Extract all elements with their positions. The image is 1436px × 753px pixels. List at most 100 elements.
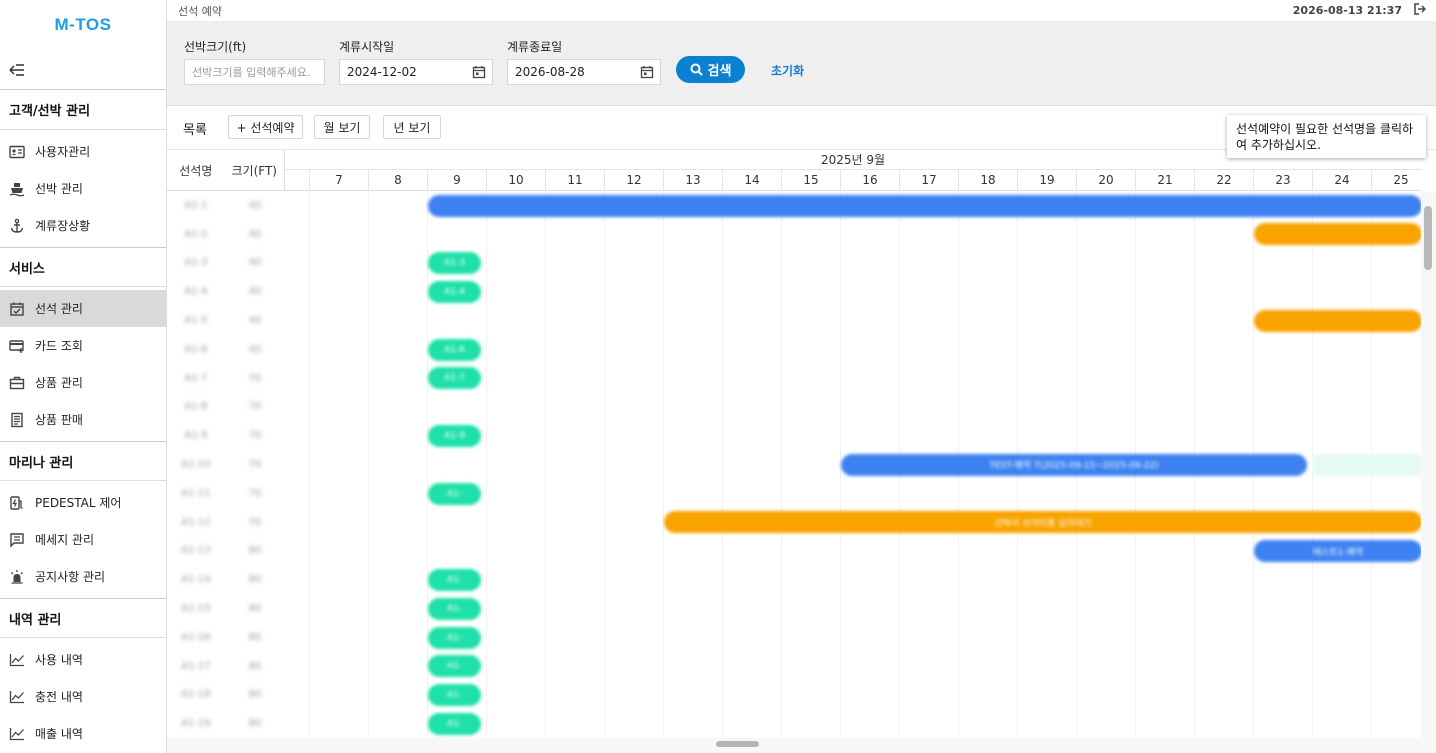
- berth-name[interactable]: A1-11: [167, 488, 225, 499]
- calendar-icon[interactable]: [640, 65, 654, 79]
- reservation-bar[interactable]: A1-3: [428, 252, 482, 275]
- ship-size-field[interactable]: [184, 59, 325, 85]
- horizontal-scrollbar[interactable]: [167, 738, 1436, 753]
- sidebar-item-label: 상품 판매: [35, 413, 83, 427]
- sidebar-item[interactable]: 선박 관리: [0, 170, 166, 207]
- berth-name[interactable]: A1-9: [167, 430, 225, 441]
- berth-row[interactable]: A1-6 40: [167, 335, 285, 364]
- sidebar-item-label: 선박 관리: [35, 182, 83, 196]
- horizontal-scroll-thumb[interactable]: [716, 741, 759, 747]
- sidebar-item[interactable]: 충전 내역: [0, 678, 166, 715]
- reservation-bar[interactable]: TEST-예약 7(2025-09-15~2025-09-22): [841, 453, 1308, 476]
- sidebar-item[interactable]: 카드 조회: [0, 327, 166, 364]
- berth-row[interactable]: A1-9 70: [167, 421, 285, 450]
- berth-row[interactable]: A1-13 80: [167, 537, 285, 566]
- berth-name[interactable]: A1-8: [167, 401, 225, 412]
- berth-name[interactable]: A1-15: [167, 603, 225, 614]
- sidebar-section-title: 서비스: [0, 247, 166, 287]
- berth-row[interactable]: A1-10 70: [167, 450, 285, 479]
- logout-icon[interactable]: [1414, 3, 1427, 18]
- berth-row[interactable]: A1-8 70: [167, 393, 285, 422]
- berth-name[interactable]: A1-5: [167, 315, 225, 326]
- reservation-bar[interactable]: 테스트1-예약: [1254, 540, 1421, 563]
- day-header: 12: [604, 170, 663, 191]
- berth-name[interactable]: A1-14: [167, 574, 225, 585]
- reservation-bar[interactable]: A1-4: [428, 280, 482, 303]
- collapse-menu-icon[interactable]: [0, 50, 166, 90]
- day-header: 25: [1371, 170, 1421, 191]
- year-view-button[interactable]: 년 보기: [383, 115, 441, 139]
- reservation-bar[interactable]: [1254, 223, 1421, 246]
- search-button[interactable]: 검색: [676, 56, 745, 83]
- berth-row[interactable]: A1-19 80: [167, 709, 285, 738]
- reservation-bar[interactable]: A1-: [428, 597, 482, 620]
- reservation-bar[interactable]: A1-: [428, 712, 482, 735]
- berth-row[interactable]: A1-15 80: [167, 594, 285, 623]
- sidebar-item[interactable]: 메세지 관리: [0, 521, 166, 558]
- reservation-bar[interactable]: A1-7: [428, 367, 482, 390]
- berth-row[interactable]: A1-16 80: [167, 623, 285, 652]
- berth-name[interactable]: A1-18: [167, 689, 225, 700]
- berth-name[interactable]: A1-12: [167, 517, 225, 528]
- day-header: 24: [1312, 170, 1371, 191]
- sidebar-item[interactable]: 계류장상황: [0, 207, 166, 244]
- reservation-bar[interactable]: A1-6: [428, 338, 482, 361]
- reservation-bar[interactable]: A1-: [428, 626, 482, 649]
- berth-row[interactable]: A1-4 40: [167, 277, 285, 306]
- sidebar-item[interactable]: 사용 내역: [0, 641, 166, 678]
- add-reservation-button[interactable]: + 선석예약: [228, 115, 303, 139]
- mooring-end-value: 2026-08-28: [515, 65, 585, 79]
- reservation-bar[interactable]: [428, 194, 1421, 217]
- berth-name[interactable]: A1-13: [167, 545, 225, 556]
- list-title: 목록: [183, 123, 207, 138]
- berth-size: 80: [248, 574, 262, 586]
- berth-row[interactable]: A1-2 40: [167, 220, 285, 249]
- berth-name[interactable]: A1-3: [167, 257, 225, 268]
- sidebar-item[interactable]: PEDESTAL 제어: [0, 484, 166, 521]
- berth-row[interactable]: A1-1 40: [167, 191, 285, 220]
- berth-name[interactable]: A1-2: [167, 229, 225, 240]
- ship-size-input[interactable]: [192, 65, 324, 79]
- reservation-bar[interactable]: 선박서 선석이용 심의대기: [664, 511, 1421, 534]
- berth-name[interactable]: A1-6: [167, 344, 225, 355]
- vertical-scroll-thumb[interactable]: [1424, 206, 1432, 270]
- berth-size: 40: [248, 286, 262, 298]
- berth-row[interactable]: A1-14 80: [167, 565, 285, 594]
- charger-icon: [9, 495, 25, 511]
- berth-name[interactable]: A1-4: [167, 286, 225, 297]
- berth-name[interactable]: A1-7: [167, 373, 225, 384]
- berth-name[interactable]: A1-1: [167, 200, 225, 211]
- reservation-bar[interactable]: [1313, 453, 1421, 476]
- berth-name[interactable]: A1-16: [167, 632, 225, 643]
- berth-name[interactable]: A1-17: [167, 661, 225, 672]
- berth-row[interactable]: A1-3 40: [167, 249, 285, 278]
- calendar-icon[interactable]: [472, 65, 486, 79]
- month-view-button[interactable]: 월 보기: [314, 115, 370, 139]
- day-header: 22: [1194, 170, 1253, 191]
- reservation-bar[interactable]: A1-9: [428, 424, 482, 447]
- berth-name[interactable]: A1-10: [167, 459, 225, 470]
- berth-row[interactable]: A1-18 80: [167, 681, 285, 710]
- app-logo[interactable]: M-TOS: [0, 0, 166, 50]
- reservation-bar[interactable]: A1-: [428, 655, 482, 678]
- berth-row[interactable]: A1-7 70: [167, 364, 285, 393]
- reservation-bar[interactable]: A1-: [428, 568, 482, 591]
- berth-row[interactable]: A1-12 70: [167, 508, 285, 537]
- mooring-start-date-field[interactable]: 2024-12-02: [339, 59, 493, 85]
- vertical-scrollbar[interactable]: [1421, 192, 1436, 740]
- reservation-bar[interactable]: A1-: [428, 482, 482, 505]
- sidebar-item[interactable]: 상품 판매: [0, 401, 166, 438]
- sidebar-item[interactable]: 공지사항 관리: [0, 558, 166, 595]
- berth-row[interactable]: A1-5 40: [167, 306, 285, 335]
- reset-link[interactable]: 초기화: [771, 62, 804, 79]
- reservation-bar[interactable]: A1-: [428, 684, 482, 707]
- mooring-end-date-field[interactable]: 2026-08-28: [507, 59, 661, 85]
- sidebar-item[interactable]: 매출 내역: [0, 715, 166, 752]
- reservation-bar[interactable]: [1254, 309, 1421, 332]
- berth-row[interactable]: A1-11 70: [167, 479, 285, 508]
- sidebar-item[interactable]: 선석 관리: [0, 290, 166, 327]
- sidebar-item[interactable]: 상품 관리: [0, 364, 166, 401]
- sidebar-item[interactable]: 사용자관리: [0, 133, 166, 170]
- berth-row[interactable]: A1-17 80: [167, 652, 285, 681]
- berth-name[interactable]: A1-19: [167, 718, 225, 729]
